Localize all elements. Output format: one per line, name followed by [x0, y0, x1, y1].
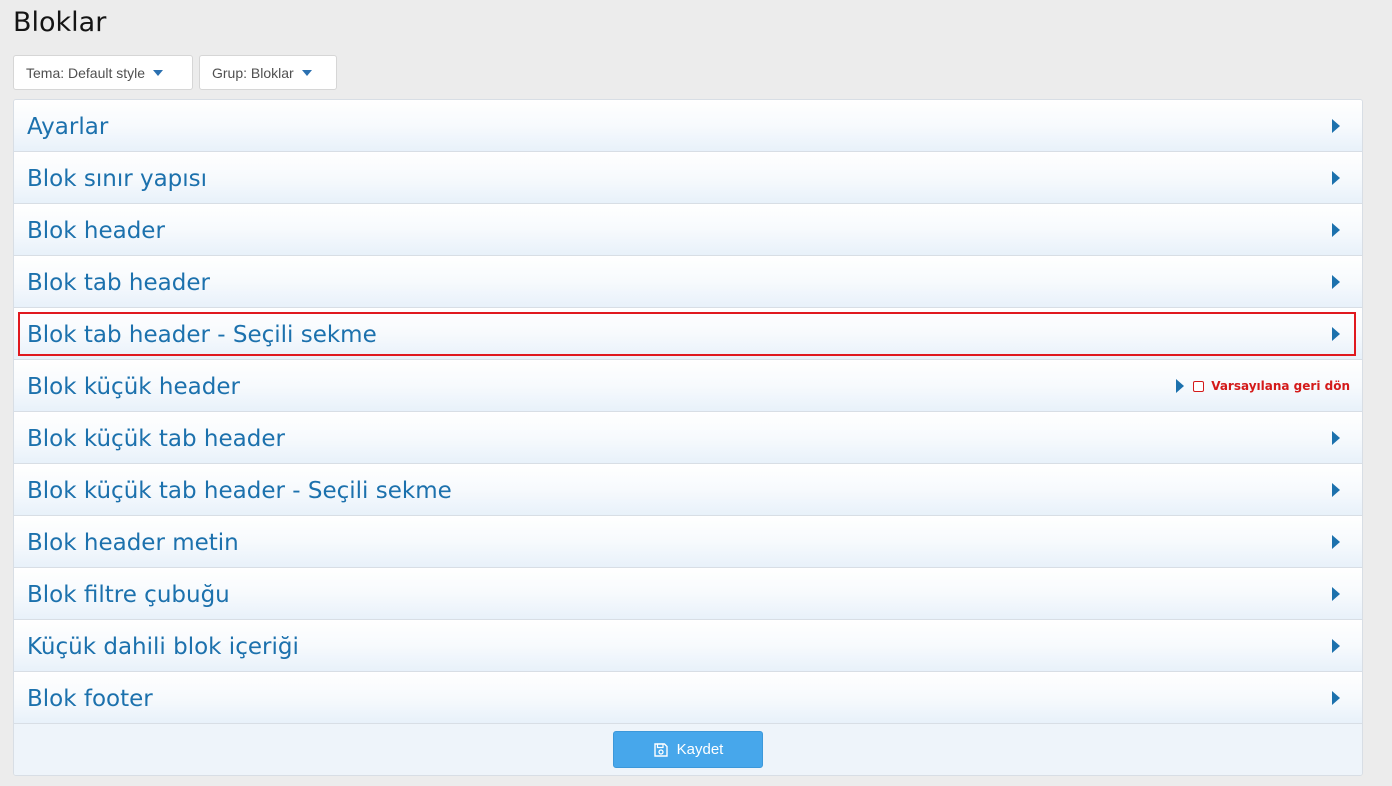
caret-right-icon [1332, 691, 1340, 705]
group-filter-button[interactable]: Grup: Bloklar [199, 55, 337, 90]
caret-down-icon [301, 69, 312, 76]
section-row-kucuk-dahili-blok-icerigi[interactable]: Küçük dahili blok içeriği [14, 620, 1362, 672]
section-label: Küçük dahili blok içeriği [27, 634, 299, 660]
section-label: Blok tab header - Seçili sekme [27, 322, 377, 348]
section-label: Blok header [27, 218, 165, 244]
section-label: Blok tab header [27, 270, 210, 296]
floppy-disk-icon [653, 742, 668, 757]
caret-right-icon [1332, 171, 1340, 185]
section-row-blok-kucuk-header[interactable]: Blok küçük header Varsayılana geri dön [14, 360, 1362, 412]
section-label: Blok sınır yapısı [27, 166, 208, 192]
section-row-blok-sinir-yapisi[interactable]: Blok sınır yapısı [14, 152, 1362, 204]
caret-right-icon [1332, 275, 1340, 289]
section-label: Blok footer [27, 686, 153, 712]
section-row-blok-footer[interactable]: Blok footer [14, 672, 1362, 724]
section-row-blok-filtre-cubugu[interactable]: Blok filtre çubuğu [14, 568, 1362, 620]
section-label: Ayarlar [27, 114, 109, 140]
theme-filter-button[interactable]: Tema: Default style [13, 55, 193, 90]
section-label: Blok header metin [27, 530, 239, 556]
caret-right-icon [1332, 535, 1340, 549]
section-label: Blok küçük tab header [27, 426, 285, 452]
checkbox-icon[interactable] [1193, 380, 1205, 392]
section-row-blok-kucuk-tab-header-secili-sekme[interactable]: Blok küçük tab header - Seçili sekme [14, 464, 1362, 516]
save-button[interactable]: Kaydet [613, 731, 763, 768]
section-label: Blok filtre çubuğu [27, 582, 230, 608]
section-row-ayarlar[interactable]: Ayarlar [14, 100, 1362, 152]
section-row-blok-tab-header-secili-sekme[interactable]: Blok tab header - Seçili sekme [14, 308, 1362, 360]
caret-right-icon [1176, 379, 1184, 393]
filter-bar: Tema: Default style Grup: Bloklar [13, 55, 337, 90]
caret-right-icon [1332, 483, 1340, 497]
theme-filter-label: Tema: Default style [26, 64, 146, 81]
caret-right-icon [1332, 639, 1340, 653]
caret-right-icon [1332, 327, 1340, 341]
revert-to-default-toggle[interactable]: Varsayılana geri dön [1193, 379, 1350, 393]
caret-right-icon [1332, 587, 1340, 601]
section-row-blok-header[interactable]: Blok header [14, 204, 1362, 256]
caret-right-icon [1332, 119, 1340, 133]
group-filter-label: Grup: Bloklar [212, 64, 294, 81]
caret-right-icon [1332, 223, 1340, 237]
caret-right-icon [1332, 431, 1340, 445]
section-label: Blok küçük tab header - Seçili sekme [27, 478, 452, 504]
form-footer: Kaydet [14, 724, 1362, 775]
section-row-blok-kucuk-tab-header[interactable]: Blok küçük tab header [14, 412, 1362, 464]
section-row-blok-tab-header[interactable]: Blok tab header [14, 256, 1362, 308]
section-row-blok-header-metin[interactable]: Blok header metin [14, 516, 1362, 568]
revert-label: Varsayılana geri dön [1211, 379, 1350, 393]
page-title: Bloklar [13, 7, 107, 38]
save-button-label: Kaydet [676, 741, 724, 758]
blocks-panel: Ayarlar Blok sınır yapısı Blok header Bl… [13, 99, 1363, 776]
caret-down-icon [153, 69, 164, 76]
section-label: Blok küçük header [27, 374, 240, 400]
